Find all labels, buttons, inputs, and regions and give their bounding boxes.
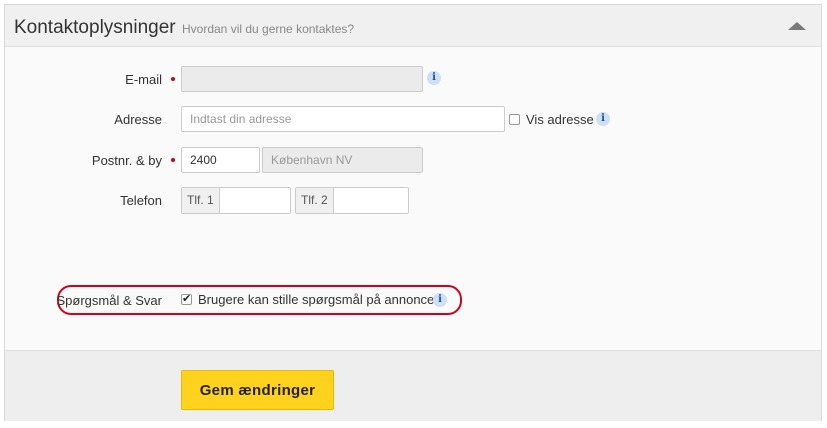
phone2-prefix: Tlf. 2 [296, 188, 334, 213]
postal-label: Postnr. & by [91, 153, 162, 168]
contact-panel: Kontaktoplysninger Hvordan vil du gerne … [4, 4, 822, 421]
email-label: E-mail [125, 72, 162, 87]
qa-checkbox[interactable] [181, 292, 192, 305]
info-icon[interactable]: i [427, 71, 441, 85]
required-marker [171, 158, 175, 162]
show-address-label: Vis adresse [526, 112, 594, 127]
save-button[interactable]: Gem ændringer [181, 370, 334, 410]
address-input[interactable] [181, 106, 505, 132]
city-field [262, 147, 423, 173]
address-label: Adresse [114, 112, 162, 127]
phone-label: Telefon [120, 193, 162, 208]
panel-header: Kontaktoplysninger Hvordan vil du gerne … [5, 5, 821, 47]
phone2-input[interactable] [332, 188, 408, 213]
panel-subtitle: Hvordan vil du gerne kontaktes? [182, 22, 355, 36]
required-marker [171, 77, 175, 81]
email-field[interactable] [181, 66, 423, 92]
qa-checkbox-label: Brugere kan stille spørgsmål på annoncen [198, 292, 442, 307]
phone2-group: Tlf. 2 [295, 187, 409, 214]
chevron-up-icon[interactable] [788, 22, 806, 30]
panel-title: Kontaktoplysninger [14, 17, 176, 38]
form-footer: Gem ændringer [5, 350, 821, 421]
show-address-checkbox[interactable] [509, 114, 520, 125]
zip-input[interactable] [181, 147, 260, 173]
info-icon[interactable]: i [596, 112, 610, 126]
phone1-group: Tlf. 1 [181, 187, 291, 214]
info-icon[interactable]: i [433, 293, 447, 307]
qa-label: Spørgsmål & Svar [56, 293, 162, 308]
phone1-input[interactable] [215, 188, 290, 213]
